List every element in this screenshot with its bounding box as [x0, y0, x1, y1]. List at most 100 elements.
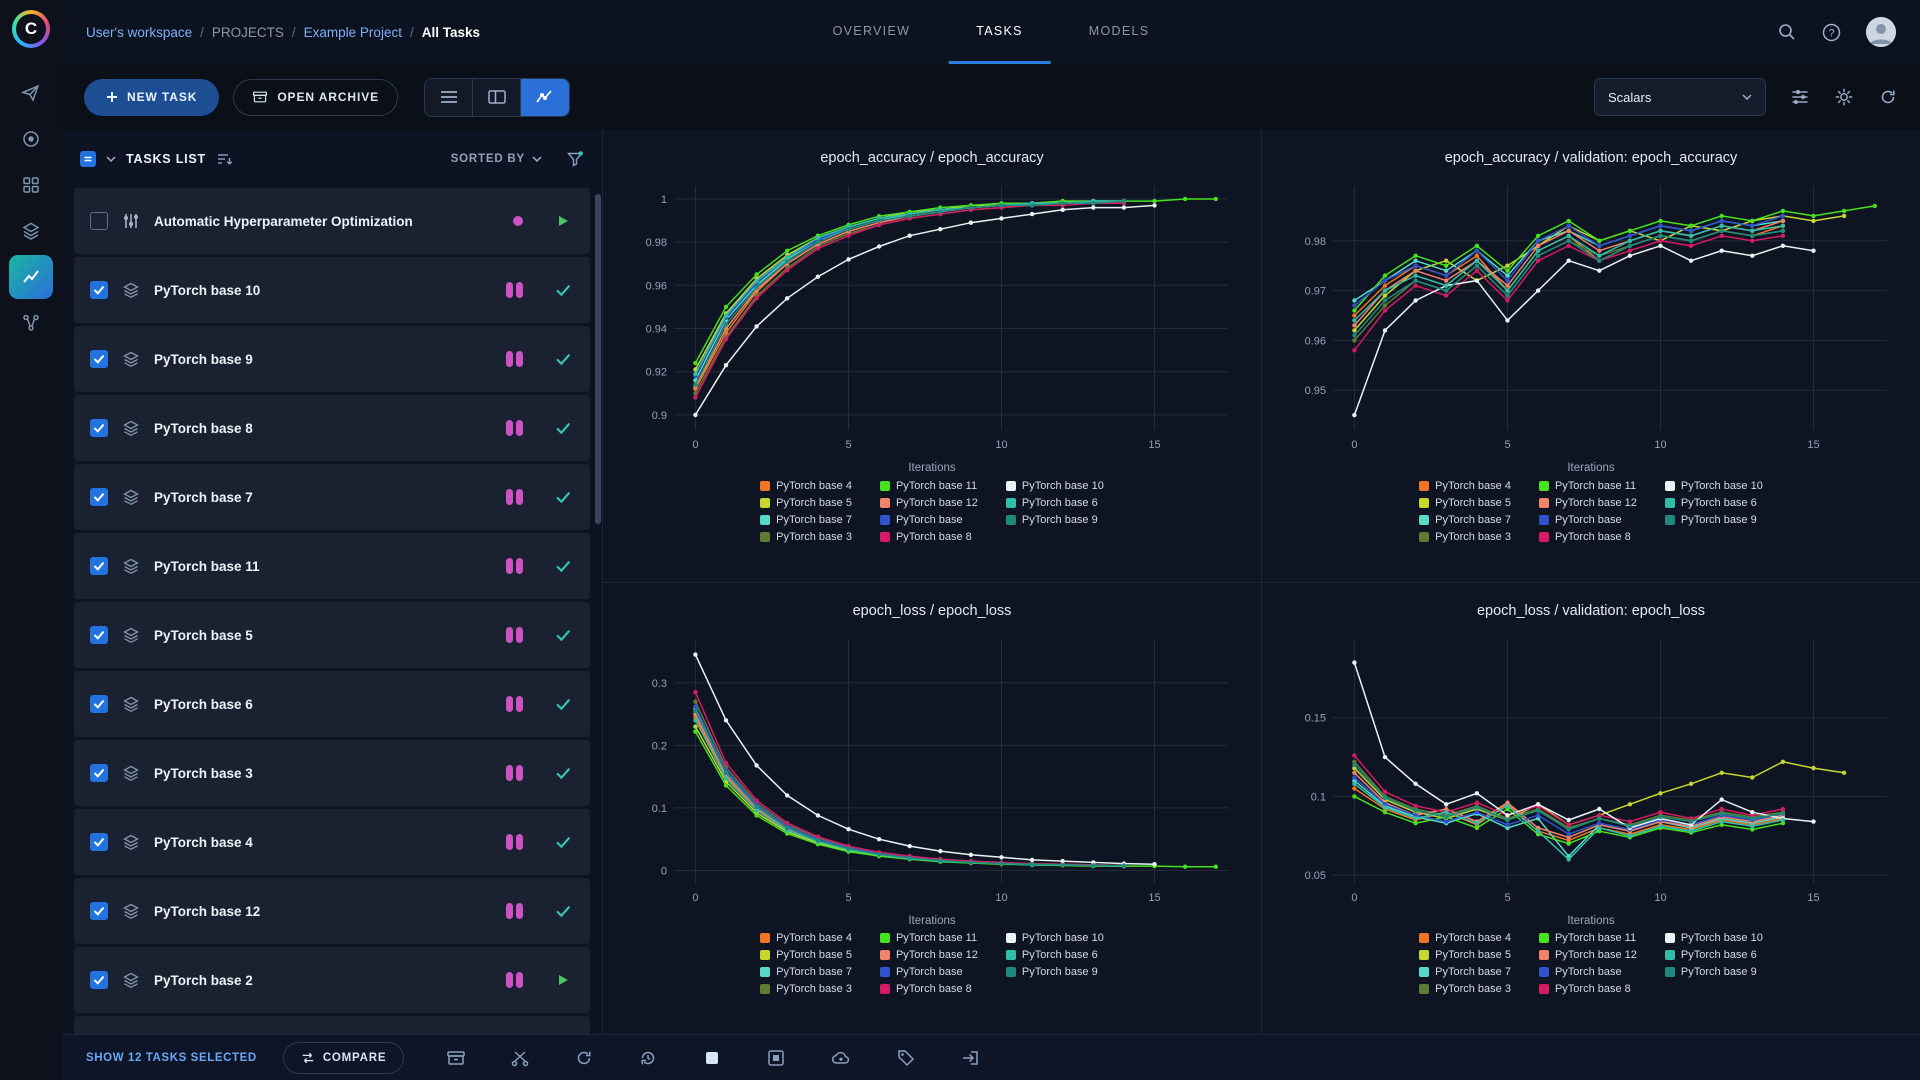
legend-item[interactable]: PyTorch base 7: [1419, 964, 1511, 981]
legend-item[interactable]: PyTorch base 8: [1538, 528, 1637, 545]
chart-plot[interactable]: 0 5 10 15 0.9 0.92 0.94 0.96 0.98 1: [622, 174, 1242, 460]
filter-icon[interactable]: [566, 150, 584, 168]
legend-item[interactable]: PyTorch base 5: [1419, 947, 1511, 964]
task-row[interactable]: PyTorch base 8: [74, 395, 590, 461]
task-checkbox[interactable]: [90, 419, 108, 437]
chart-view-icon[interactable]: [521, 78, 570, 116]
clearml-logo[interactable]: C: [12, 10, 50, 48]
projects-icon[interactable]: [9, 163, 53, 207]
legend-item[interactable]: PyTorch base 12: [1538, 947, 1637, 964]
legend-item[interactable]: PyTorch base 7: [1419, 511, 1511, 528]
tab-overview[interactable]: OVERVIEW: [805, 0, 939, 64]
tag-icon[interactable]: [896, 1048, 916, 1068]
legend-item[interactable]: PyTorch base: [879, 964, 978, 981]
legend-item[interactable]: PyTorch base 6: [1005, 494, 1104, 511]
breadcrumb-item[interactable]: Example Project: [304, 25, 402, 40]
chart-plot[interactable]: 0 5 10 15 0.05 0.1 0.15: [1281, 627, 1901, 913]
legend-item[interactable]: PyTorch base 3: [760, 528, 852, 545]
task-row[interactable]: PyTorch base 2: [74, 947, 590, 1013]
legend-item[interactable]: PyTorch base 4: [1419, 930, 1511, 947]
legend-item[interactable]: PyTorch base 4: [1419, 477, 1511, 494]
legend-item[interactable]: PyTorch base: [1538, 964, 1637, 981]
task-row[interactable]: PyTorch base 11: [74, 533, 590, 599]
sort-icon[interactable]: [216, 151, 233, 168]
reset-icon[interactable]: [574, 1048, 594, 1068]
legend-item[interactable]: PyTorch base 7: [760, 511, 852, 528]
abort-icon[interactable]: [702, 1048, 722, 1068]
task-checkbox[interactable]: [90, 764, 108, 782]
legend-item[interactable]: PyTorch base 11: [879, 477, 978, 494]
task-row[interactable]: PyTorch base 9: [74, 326, 590, 392]
table-view-icon[interactable]: [425, 78, 474, 116]
selection-count-label[interactable]: SHOW 12 TASKS SELECTED: [86, 1052, 257, 1064]
task-row[interactable]: PyTorch base 7: [74, 464, 590, 530]
legend-item[interactable]: PyTorch base 3: [760, 981, 852, 998]
legend-item[interactable]: PyTorch base 9: [1005, 511, 1104, 528]
legend-item[interactable]: PyTorch base 5: [760, 494, 852, 511]
legend-item[interactable]: PyTorch base 10: [1005, 477, 1104, 494]
datasets-icon[interactable]: [9, 209, 53, 253]
legend-item[interactable]: PyTorch base 6: [1664, 947, 1763, 964]
legend-item[interactable]: PyTorch base: [1538, 511, 1637, 528]
legend-item[interactable]: PyTorch base 6: [1005, 947, 1104, 964]
legend-item[interactable]: PyTorch base 4: [760, 930, 852, 947]
task-checkbox[interactable]: [90, 626, 108, 644]
settings-icon[interactable]: [1834, 87, 1854, 107]
select-all-checkbox[interactable]: [80, 151, 96, 167]
task-row[interactable]: PyTorch base: [74, 1016, 590, 1034]
legend-item[interactable]: PyTorch base 11: [1538, 930, 1637, 947]
legend-item[interactable]: PyTorch base 9: [1664, 964, 1763, 981]
legend-item[interactable]: PyTorch base: [879, 511, 978, 528]
legend-item[interactable]: PyTorch base 10: [1005, 930, 1104, 947]
legend-item[interactable]: PyTorch base 8: [1538, 981, 1637, 998]
compare-button[interactable]: COMPARE: [282, 1041, 405, 1074]
metric-type-select[interactable]: Scalars: [1594, 78, 1766, 116]
workers-queues-icon[interactable]: [9, 117, 53, 161]
chart-plot[interactable]: 0 5 10 15 0 0.1 0.2 0.3: [622, 627, 1242, 913]
tune-icon[interactable]: [1790, 87, 1810, 107]
breadcrumb-item[interactable]: User's workspace: [86, 25, 192, 40]
legend-item[interactable]: PyTorch base 9: [1664, 511, 1763, 528]
legend-item[interactable]: PyTorch base 8: [879, 981, 978, 998]
task-checkbox[interactable]: [90, 695, 108, 713]
task-checkbox[interactable]: [90, 557, 108, 575]
legend-item[interactable]: PyTorch base 8: [879, 528, 978, 545]
getting-started-icon[interactable]: [9, 71, 53, 115]
task-checkbox[interactable]: [90, 971, 108, 989]
task-row[interactable]: PyTorch base 6: [74, 671, 590, 737]
tasks-scrollbar[interactable]: [595, 194, 601, 524]
legend-item[interactable]: PyTorch base 7: [760, 964, 852, 981]
detach-icon[interactable]: [510, 1048, 530, 1068]
publish-icon[interactable]: [830, 1048, 852, 1068]
legend-item[interactable]: PyTorch base 12: [1538, 494, 1637, 511]
task-checkbox[interactable]: [90, 833, 108, 851]
task-row[interactable]: PyTorch base 3: [74, 740, 590, 806]
pipelines-icon[interactable]: [9, 301, 53, 345]
capture-icon[interactable]: [766, 1048, 786, 1068]
retry-icon[interactable]: [638, 1048, 658, 1068]
legend-item[interactable]: PyTorch base 5: [1419, 494, 1511, 511]
legend-item[interactable]: PyTorch base 12: [879, 494, 978, 511]
sorted-by-control[interactable]: SORTED BY: [451, 153, 542, 165]
legend-item[interactable]: PyTorch base 11: [879, 930, 978, 947]
legend-item[interactable]: PyTorch base 3: [1419, 981, 1511, 998]
task-checkbox[interactable]: [90, 488, 108, 506]
split-view-icon[interactable]: [473, 78, 522, 116]
task-checkbox[interactable]: [90, 902, 108, 920]
open-archive-button[interactable]: OPEN ARCHIVE: [233, 78, 399, 116]
tab-tasks[interactable]: TASKS: [948, 0, 1051, 64]
legend-item[interactable]: PyTorch base 9: [1005, 964, 1104, 981]
legend-item[interactable]: PyTorch base 10: [1664, 477, 1763, 494]
task-row[interactable]: PyTorch base 5: [74, 602, 590, 668]
search-icon[interactable]: [1777, 22, 1797, 42]
legend-item[interactable]: PyTorch base 12: [879, 947, 978, 964]
task-checkbox[interactable]: [90, 212, 108, 230]
task-checkbox[interactable]: [90, 350, 108, 368]
chevron-down-icon[interactable]: [106, 156, 116, 162]
legend-item[interactable]: PyTorch base 5: [760, 947, 852, 964]
task-row[interactable]: PyTorch base 10: [74, 257, 590, 323]
task-row[interactable]: PyTorch base 4: [74, 809, 590, 875]
auto-refresh-icon[interactable]: [1878, 87, 1898, 107]
new-task-button[interactable]: NEW TASK: [84, 78, 220, 116]
legend-item[interactable]: PyTorch base 6: [1664, 494, 1763, 511]
